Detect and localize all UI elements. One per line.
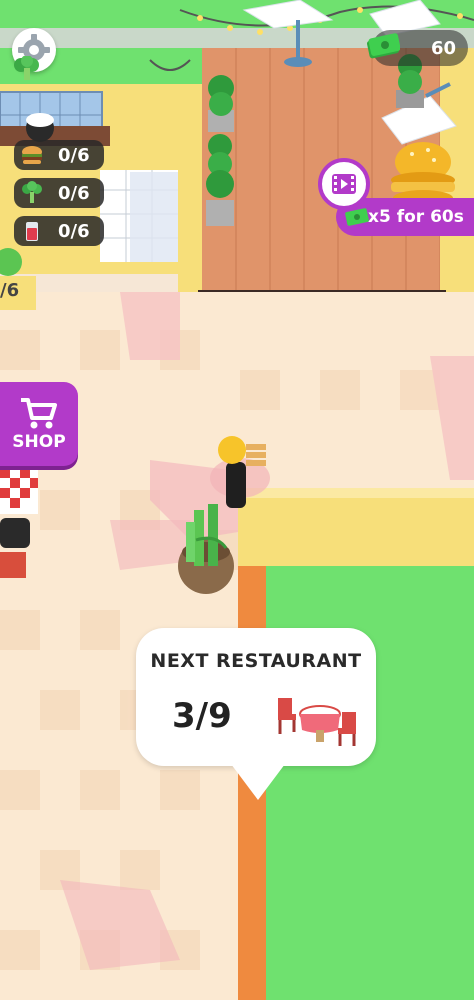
drink-counter: 0/6	[14, 216, 104, 246]
broccoli-counter: 0/6	[14, 178, 104, 208]
video-icon	[332, 174, 356, 194]
burger-counter: 0/6	[14, 140, 104, 170]
partial-counter: /6	[0, 280, 20, 301]
cash-icon	[367, 33, 400, 59]
drink-icon	[26, 222, 38, 241]
broccoli-badge-icon	[14, 56, 39, 80]
burger-icon	[22, 146, 42, 164]
burger-count: 0/6	[58, 144, 90, 166]
shopping-cart-icon	[21, 398, 57, 429]
dining-table-icon	[278, 698, 356, 746]
broccoli-icon	[22, 181, 42, 203]
broccoli-count: 0/6	[58, 182, 90, 204]
shop-label: SHOP	[12, 432, 66, 452]
shop-button[interactable]: SHOP	[0, 382, 78, 466]
next-restaurant-pointer	[228, 760, 288, 800]
money-value: 60	[430, 37, 456, 59]
drink-count: 0/6	[58, 220, 90, 242]
yellow-wall	[238, 488, 474, 566]
watch-video-button[interactable]	[318, 158, 370, 210]
boost-offer-label: x5 for 60s	[368, 207, 464, 227]
money-counter: 60	[367, 30, 468, 66]
next-restaurant-progress: 3/9	[172, 696, 232, 736]
next-restaurant-title: NEXT RESTAURANT	[150, 650, 362, 672]
next-restaurant-card: NEXT RESTAURANT 3/9	[136, 628, 376, 766]
boost-offer[interactable]: x5 for 60s	[316, 142, 474, 238]
